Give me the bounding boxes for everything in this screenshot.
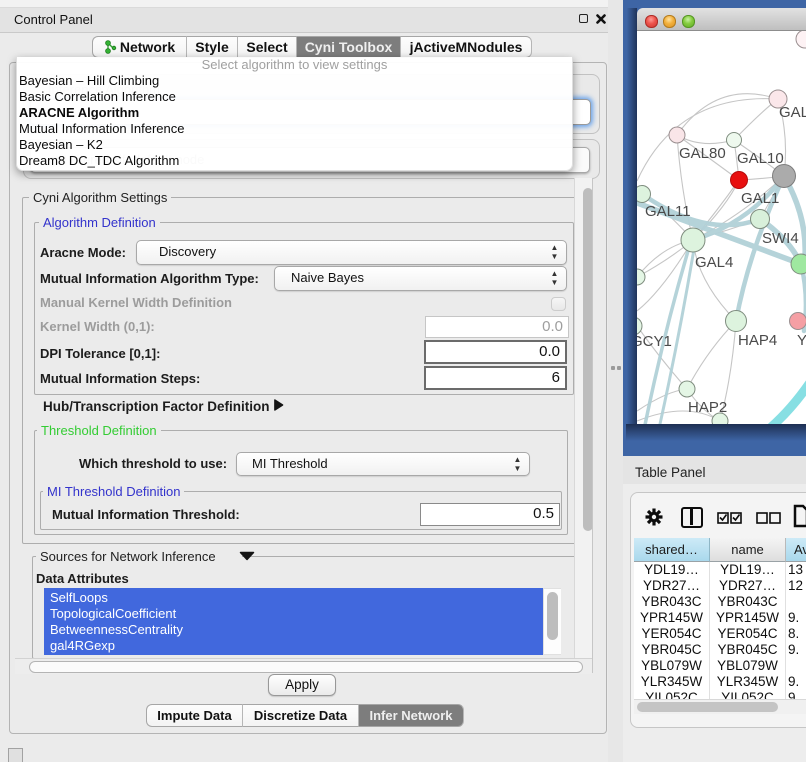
svg-text:HAP2: HAP2 [688,399,727,416]
svg-text:YD: YD [797,332,806,349]
svg-text:GCY1: GCY1 [637,333,672,350]
svg-text:GAL4: GAL4 [695,254,733,271]
svg-text:SWI4: SWI4 [762,230,799,247]
svg-text:GAL2: GAL2 [779,104,806,121]
svg-text:GAL1: GAL1 [741,190,779,207]
svg-text:GAL11: GAL11 [645,203,691,220]
svg-text:GAL80: GAL80 [679,145,726,162]
svg-text:HAP4: HAP4 [738,332,777,349]
svg-text:GAL10: GAL10 [737,150,784,167]
